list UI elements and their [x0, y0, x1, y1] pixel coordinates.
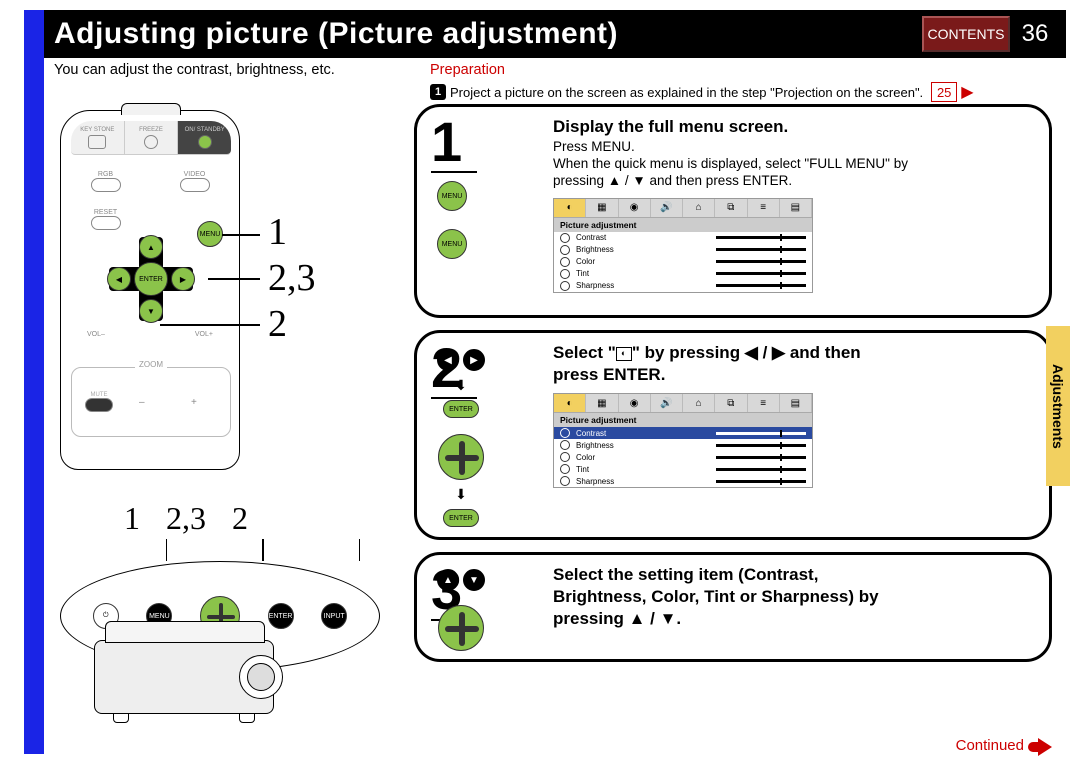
- picture-adjust-icon: ◐: [616, 347, 632, 361]
- mute-label: MUTE: [85, 392, 113, 398]
- remote-annot-2: 2: [268, 302, 287, 346]
- page-ref-box[interactable]: 25: [931, 82, 957, 102]
- page-title: Adjusting picture (Picture adjustment): [44, 17, 618, 51]
- step1-line2a: When the quick menu is displayed, select…: [553, 156, 908, 171]
- keystone-label: KEY STONE: [80, 127, 114, 133]
- keystone-button[interactable]: [88, 135, 106, 149]
- menu-item-contrast: Contrast: [576, 233, 606, 242]
- preparation-line: 1 Project a picture on the screen as exp…: [430, 82, 974, 102]
- step2-title-line2: press ENTER.: [553, 365, 1031, 385]
- step1-title: Display the full menu screen.: [553, 117, 1031, 137]
- panel-annot-2: 2: [232, 500, 248, 537]
- intro-text: You can adjust the contrast, brightness,…: [54, 62, 335, 78]
- menu-item-brightness: Brightness: [576, 441, 614, 450]
- page-ref-arrow-icon: ▶: [961, 82, 973, 102]
- vol-plus-label: VOL+: [195, 331, 213, 338]
- prep-bullet-num: 1: [430, 84, 446, 100]
- mute-button[interactable]: [85, 398, 113, 412]
- zoom-label: ZOOM: [135, 360, 167, 369]
- zoom-plus-button[interactable]: +: [191, 397, 217, 408]
- down-arrow-icon: ▼: [463, 569, 485, 591]
- menu-item-sharpness: Sharpness: [576, 477, 614, 486]
- left-arrow-icon: ◀: [437, 349, 459, 371]
- dpad-right-button[interactable]: ▶: [171, 267, 195, 291]
- remote-body: KEY STONE FREEZE ON/ STANDBY RGB VIDEO R…: [60, 110, 240, 470]
- step3-title-line2: Brightness, Color, Tint or Sharpness) by: [553, 587, 1031, 607]
- title-bar: Adjusting picture (Picture adjustment) C…: [44, 10, 1066, 58]
- contents-button[interactable]: CONTENTS: [922, 16, 1010, 52]
- standby-label: ON/ STANDBY: [185, 127, 225, 133]
- step-num-1: 1: [431, 109, 462, 174]
- reset-label: RESET: [91, 209, 121, 216]
- vol-minus-label: VOL–: [87, 331, 105, 338]
- remote-annot-1: 1: [268, 210, 287, 254]
- step1-line1: Press MENU.: [553, 139, 1031, 156]
- dpad-up-button[interactable]: ▲: [139, 235, 163, 259]
- panel-input-button[interactable]: INPUT: [321, 603, 347, 629]
- step1-line2b: pressing ▲ / ▼ and then press ENTER.: [553, 173, 792, 188]
- joypad-icon: [438, 434, 484, 480]
- step3-title-line3: pressing ▲ / ▼.: [553, 609, 1031, 629]
- menu-item-contrast: Contrast: [576, 429, 606, 438]
- rgb-button[interactable]: [91, 178, 121, 192]
- continued-arrow-icon[interactable]: [1038, 738, 1052, 756]
- down-arrow-icon: ⬇: [455, 486, 467, 503]
- step-3: 3 ▲▼ Select the setting item (Contrast, …: [414, 552, 1052, 662]
- step-2: 2 ◀▶ ⬇ ENTER ⬇ ENTER Select "◐" by press…: [414, 330, 1052, 540]
- step1-menu-screenshot: ◐▦◉🔊⌂⧉≡▤ Picture adjustment Contrast Bri…: [553, 198, 813, 293]
- left-blue-bar: [24, 10, 44, 754]
- steps-column: 1 MENU MENU Display the full menu screen…: [414, 104, 1052, 674]
- picture-adjust-icon: ◐: [554, 394, 586, 412]
- step2-menu-header: Picture adjustment: [554, 413, 812, 427]
- panel-annot-23: 2,3: [166, 500, 206, 537]
- enter-button-icon: ENTER: [443, 509, 479, 527]
- continued-label: Continued: [956, 737, 1024, 754]
- remote-annot-23: 2,3: [268, 256, 316, 300]
- joypad-icon: [438, 605, 484, 651]
- video-label: VIDEO: [180, 171, 210, 178]
- reset-button[interactable]: [91, 216, 121, 230]
- panel-enter-button[interactable]: ENTER: [268, 603, 294, 629]
- remote-zoom-row: ZOOM MUTE – +: [71, 367, 231, 437]
- section-tab-adjustments[interactable]: Adjustments: [1046, 326, 1070, 486]
- enter-button-icon: ENTER: [443, 400, 479, 418]
- page-number: 36: [1014, 10, 1056, 58]
- video-button[interactable]: [180, 178, 210, 192]
- rgb-label: RGB: [91, 171, 121, 178]
- remote-enter-button[interactable]: ENTER: [134, 262, 168, 296]
- projector-illustration: [80, 640, 290, 750]
- up-arrow-icon: ▲: [437, 569, 459, 591]
- step3-title-line1: Select the setting item (Contrast,: [553, 565, 1031, 585]
- menu-button-icon: MENU: [437, 181, 467, 211]
- step2-title: Select "◐" by pressing ◀ / ▶ and then: [553, 343, 1031, 363]
- standby-button[interactable]: [198, 135, 212, 149]
- zoom-minus-button[interactable]: –: [139, 397, 165, 408]
- dpad-left-button[interactable]: ◀: [107, 267, 131, 291]
- menu-item-brightness: Brightness: [576, 245, 614, 254]
- dpad-down-button[interactable]: ▼: [139, 299, 163, 323]
- freeze-button[interactable]: [144, 135, 158, 149]
- picture-adjust-icon: ◐: [554, 199, 586, 217]
- menu-item-sharpness: Sharpness: [576, 281, 614, 290]
- step-1: 1 MENU MENU Display the full menu screen…: [414, 104, 1052, 318]
- menu-button-icon: MENU: [437, 229, 467, 259]
- remote-menu-button[interactable]: MENU: [197, 221, 223, 247]
- step1-menu-header: Picture adjustment: [554, 218, 812, 232]
- menu-item-color: Color: [576, 257, 595, 266]
- right-arrow-icon: ▶: [463, 349, 485, 371]
- panel-annot-1: 1: [124, 500, 140, 537]
- menu-item-color: Color: [576, 453, 595, 462]
- preparation-heading: Preparation: [430, 62, 505, 78]
- step2-menu-screenshot: ◐▦◉🔊⌂⧉≡▤ Picture adjustment Contrast Bri…: [553, 393, 813, 488]
- down-arrow-icon: ⬇: [455, 377, 467, 394]
- prep-text: Project a picture on the screen as expla…: [450, 85, 923, 100]
- freeze-label: FREEZE: [139, 127, 163, 133]
- menu-item-tint: Tint: [576, 465, 589, 474]
- menu-item-tint: Tint: [576, 269, 589, 278]
- remote-dpad: ▲ ▼ ◀ ▶ ENTER: [109, 237, 193, 321]
